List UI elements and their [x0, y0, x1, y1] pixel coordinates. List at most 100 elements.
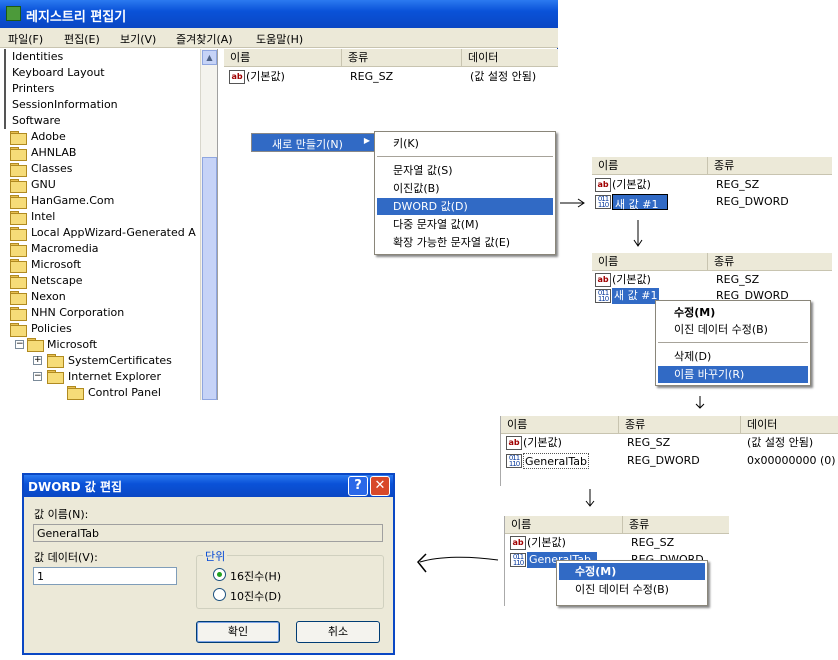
folder-icon [10, 147, 27, 161]
menu-file[interactable]: 파일(F) [8, 31, 43, 47]
radio-dot [217, 572, 222, 577]
title-bar: 레지스트리 편집기 [0, 0, 558, 28]
new-submenu-parent[interactable]: 새로 만들기(N) ▶ [251, 133, 375, 152]
scroll-up-arrow-icon[interactable]: ▲ [202, 50, 217, 65]
folder-icon [47, 370, 64, 384]
value-name[interactable]: (기본값) [527, 535, 566, 551]
menu-favorites[interactable]: 즐겨찾기(A) [176, 31, 233, 47]
value-data-text: 1 [37, 570, 44, 583]
column-name[interactable]: 이름 [505, 516, 623, 534]
value-data-label: 값 데이터(V): [34, 551, 98, 564]
list-header: 이름 종류 데이터 [501, 416, 838, 434]
menu-edit[interactable]: 편집(E) [64, 31, 100, 47]
tree-item-microsoft[interactable]: Microsoft [47, 337, 97, 353]
tree-item[interactable]: Local AppWizard-Generated A [31, 225, 196, 241]
tree-item[interactable]: Macromedia [31, 241, 99, 257]
menu-item-string[interactable]: 문자열 값(S) [377, 162, 553, 179]
expand-icon[interactable]: + [33, 356, 42, 365]
column-data[interactable]: 데이터 [741, 416, 838, 434]
menu-item-modify-binary[interactable]: 이진 데이터 수정(B) [559, 581, 705, 598]
menu-view[interactable]: 보기(V) [120, 31, 156, 47]
cancel-label: 취소 [327, 625, 349, 638]
tree-item[interactable]: AHNLAB [31, 145, 76, 161]
ok-button[interactable]: 확인 [196, 621, 280, 643]
scroll-thumb[interactable] [202, 157, 217, 400]
regedit-app-icon [6, 6, 21, 21]
collapse-icon[interactable]: − [33, 372, 42, 381]
value-name[interactable]: (기본값) [612, 177, 651, 193]
column-name[interactable]: 이름 [592, 157, 708, 175]
column-type[interactable]: 종류 [708, 157, 832, 175]
column-data[interactable]: 데이터 [462, 49, 558, 67]
menu-item-label: 수정(M) [575, 565, 617, 578]
tree-item[interactable]: GNU [31, 177, 56, 193]
tree-item[interactable]: Printers [4, 81, 54, 97]
tree-item[interactable]: NHN Corporation [31, 305, 124, 321]
tree-item[interactable]: Classes [31, 161, 72, 177]
tree-item[interactable]: Intel [31, 209, 55, 225]
tree-item[interactable]: Identities [4, 49, 63, 65]
column-type[interactable]: 종류 [623, 516, 729, 534]
arrow-down-icon [633, 220, 643, 247]
column-type[interactable]: 종류 [342, 49, 462, 67]
column-name[interactable]: 이름 [592, 253, 708, 271]
value-data-input[interactable]: 1 [33, 567, 177, 585]
folder-icon [10, 131, 27, 145]
radio-hex-label[interactable]: 16진수(H) [230, 568, 281, 584]
arrow-right-icon [560, 198, 585, 208]
menu-help[interactable]: 도움말(H) [256, 31, 303, 47]
tree-item[interactable]: HanGame.Com [31, 193, 114, 209]
cancel-button[interactable]: 취소 [296, 621, 380, 643]
menu-item-delete[interactable]: 삭제(D) [658, 348, 808, 365]
tree-item[interactable]: Netscape [31, 273, 83, 289]
tree-item-systemcertificates[interactable]: SystemCertificates [68, 353, 172, 369]
column-name[interactable]: 이름 [224, 49, 342, 67]
tree-item[interactable]: Keyboard Layout [4, 65, 105, 81]
folder-icon [10, 291, 27, 305]
value-data: (값 설정 안됨) [747, 436, 814, 449]
rename-input[interactable]: 새 값 #1 [612, 194, 668, 211]
value-data: 0x00000000 (0) [747, 454, 836, 467]
radio-dec-label[interactable]: 10진수(D) [230, 588, 281, 604]
value-name[interactable]: (기본값) [246, 69, 285, 85]
menu-item-multi-string[interactable]: 다중 문자열 값(M) [377, 216, 553, 233]
menu-item-modify[interactable]: 수정(M) [658, 304, 808, 321]
collapse-icon[interactable]: − [15, 340, 24, 349]
tree-item[interactable]: Nexon [31, 289, 66, 305]
radio-hex[interactable] [213, 568, 226, 581]
menu-item-rename[interactable]: 이름 바꾸기(R) [658, 366, 808, 383]
tree-item-internet-explorer[interactable]: Internet Explorer [68, 369, 161, 385]
menu-item-expandable-string[interactable]: 확장 가능한 문자열 값(E) [377, 234, 553, 251]
radio-dec[interactable] [213, 588, 226, 601]
tree-item[interactable]: Microsoft [31, 257, 81, 273]
value-context-menu: 수정(M) 이진 데이터 수정(B) [556, 560, 708, 606]
menu-item-modify-binary[interactable]: 이진 데이터 수정(B) [658, 321, 808, 338]
tree-item[interactable]: Policies [31, 321, 72, 337]
tree-item[interactable]: Software [4, 113, 61, 129]
close-button[interactable]: ✕ [370, 476, 390, 496]
tree-item[interactable]: Adobe [31, 129, 66, 145]
value-name-label: 값 이름(N): [34, 508, 89, 521]
value-name-selected[interactable]: 새 값 #1 [612, 288, 660, 304]
tree-item-control-panel[interactable]: Control Panel [88, 385, 161, 400]
new-submenu: 키(K) 문자열 값(S) 이진값(B) DWORD 값(D) 다중 문자열 값… [374, 131, 556, 255]
value-name[interactable]: (기본값) [612, 272, 651, 288]
column-type[interactable]: 종류 [619, 416, 741, 434]
menu-item-modify[interactable]: 수정(M) [559, 563, 705, 580]
value-name[interactable]: GeneralTab [523, 453, 589, 469]
menu-separator [377, 156, 553, 157]
rename-input-text: 새 값 #1 [615, 198, 659, 211]
column-type[interactable]: 종류 [708, 253, 832, 271]
menu-item-key[interactable]: 키(K) [377, 135, 553, 152]
value-name[interactable]: (기본값) [523, 435, 562, 451]
menu-item-dword[interactable]: DWORD 값(D) [377, 198, 553, 215]
binary-value-icon: 011 110 [595, 289, 611, 303]
folder-icon [10, 211, 27, 225]
tree-scrollbar[interactable]: ▲ [200, 49, 217, 400]
list-header: 이름 종류 데이터 [224, 49, 558, 67]
help-button[interactable]: ? [348, 476, 368, 496]
tree-item[interactable]: SessionInformation [4, 97, 118, 113]
menu-item-binary[interactable]: 이진값(B) [377, 180, 553, 197]
folder-icon [10, 195, 27, 209]
column-name[interactable]: 이름 [501, 416, 619, 434]
